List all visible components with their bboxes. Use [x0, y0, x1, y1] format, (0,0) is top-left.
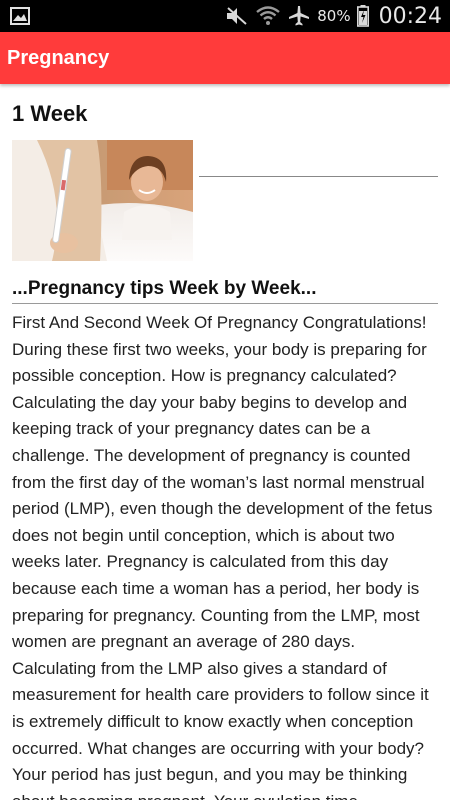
clock: 00:24: [378, 3, 442, 29]
week-title: 1 Week: [12, 101, 88, 126]
hero-divider: [199, 176, 438, 177]
hero-image: [12, 140, 193, 261]
airplane-icon: [287, 5, 311, 27]
wifi-icon: [255, 5, 281, 27]
article-body: First And Second Week Of Pregnancy Congr…: [12, 313, 433, 800]
section-subtitle: ...Pregnancy tips Week by Week...: [12, 278, 438, 304]
hero-row: [12, 140, 438, 261]
battery-icon: [356, 5, 369, 27]
image-icon: [10, 7, 30, 25]
app-title: Pregnancy: [7, 46, 110, 69]
mute-icon: [225, 6, 249, 26]
battery-percent: 80%: [317, 7, 351, 25]
status-bar: 80% 00:24: [0, 0, 450, 32]
article: 1 Week ...Pregnancy tips Week by Week...…: [0, 100, 450, 800]
app-bar: Pregnancy: [0, 32, 450, 84]
